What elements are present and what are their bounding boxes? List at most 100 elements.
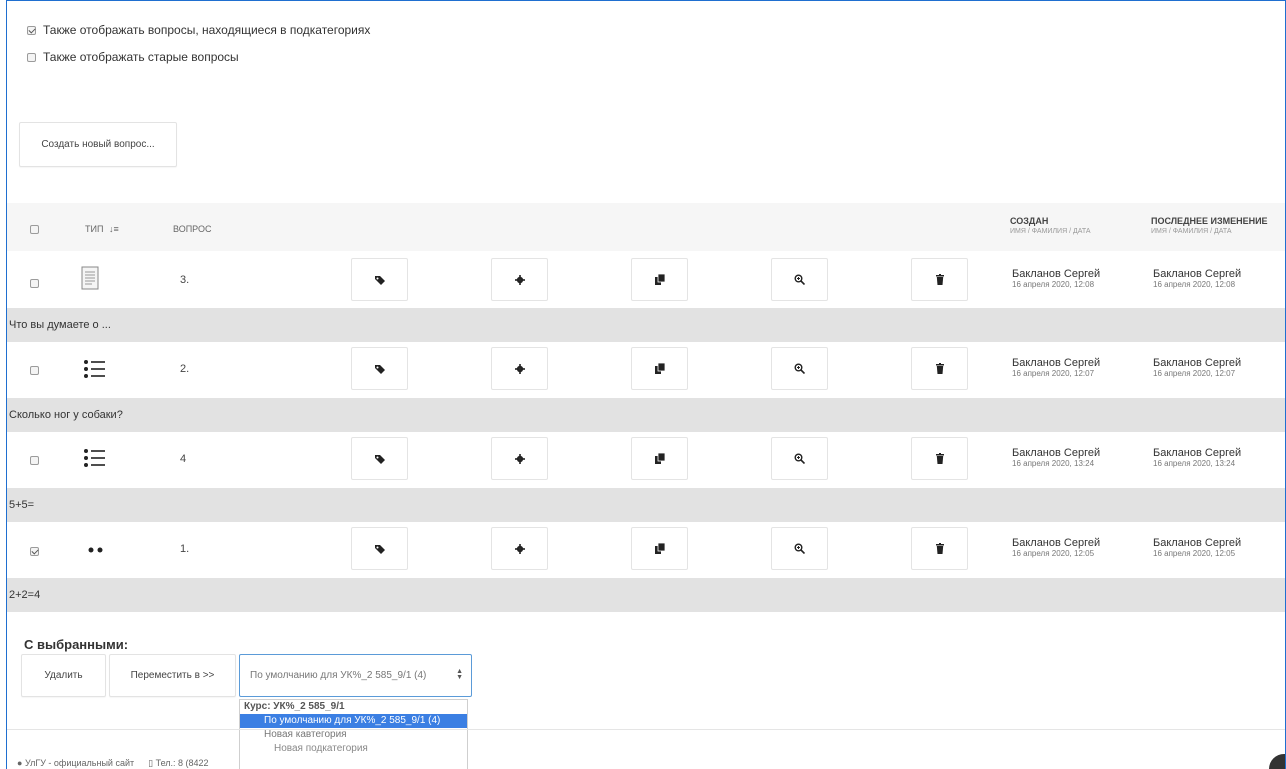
select-all-checkbox[interactable] bbox=[30, 225, 39, 234]
dropdown-group-label: Курс: УК%_2 585_9/1 bbox=[244, 701, 345, 712]
globe-icon: ● bbox=[17, 758, 23, 768]
bulk-move-button[interactable]: Переместить в >> bbox=[109, 654, 236, 697]
truefalse-icon bbox=[88, 547, 103, 553]
modified-by: Бакланов Сергей 16 апреля 2020, 12:08 bbox=[1153, 268, 1242, 290]
edit-button[interactable] bbox=[491, 258, 548, 301]
option-show-subcategories[interactable]: Также отображать вопросы, находящиеся в … bbox=[27, 23, 370, 37]
tag-button[interactable] bbox=[351, 347, 408, 390]
table-row: 3. Бакланов Сергей 16 апреля 2020, 12:08… bbox=[7, 252, 1285, 308]
category-select-value: По умолчанию для УК%_2 585_9/1 (4) bbox=[250, 670, 427, 681]
trash-icon bbox=[935, 363, 944, 374]
header-modified[interactable]: ПОСЛЕДНЕЕ ИЗМЕНЕНИЕ ИМЯ / ФАМИЛИЯ / ДАТА bbox=[1151, 216, 1268, 235]
preview-button[interactable] bbox=[771, 347, 828, 390]
preview-button[interactable] bbox=[771, 437, 828, 480]
header-type[interactable]: ТИП ↓≡ bbox=[85, 224, 119, 234]
question-name[interactable]: 4 bbox=[180, 453, 186, 465]
delete-button[interactable] bbox=[911, 258, 968, 301]
table-row: 2. Бакланов Сергей 16 апреля 2020, 12:07… bbox=[7, 342, 1285, 398]
copy-icon bbox=[654, 543, 665, 554]
trash-icon bbox=[935, 453, 944, 464]
tag-icon bbox=[374, 544, 385, 554]
zoom-in-icon bbox=[794, 453, 805, 464]
delete-button[interactable] bbox=[911, 347, 968, 390]
footer-phone: ▯ Тел.: 8 (8422 bbox=[148, 758, 209, 768]
edit-button[interactable] bbox=[491, 347, 548, 390]
created-by: Бакланов Сергей 16 апреля 2020, 12:05 bbox=[1012, 537, 1101, 559]
edit-button[interactable] bbox=[491, 437, 548, 480]
tag-button[interactable] bbox=[351, 437, 408, 480]
tag-button[interactable] bbox=[351, 258, 408, 301]
delete-button[interactable] bbox=[911, 437, 968, 480]
preview-button[interactable] bbox=[771, 258, 828, 301]
copy-icon bbox=[654, 363, 665, 374]
question-name[interactable]: 2. bbox=[180, 363, 189, 375]
select-arrows-icon: ▲ ▼ bbox=[456, 668, 463, 681]
duplicate-button[interactable] bbox=[631, 437, 688, 480]
trash-icon bbox=[935, 543, 944, 554]
gear-icon bbox=[514, 453, 525, 464]
create-question-button[interactable]: Создать новый вопрос... bbox=[19, 122, 177, 167]
zoom-in-icon bbox=[794, 543, 805, 554]
header-question[interactable]: ВОПРОС bbox=[173, 224, 211, 234]
table-header: ТИП ↓≡ ВОПРОС СОЗДАН ИМЯ / ФАМИЛИЯ / ДАТ… bbox=[7, 203, 1285, 251]
question-name[interactable]: 3. bbox=[180, 274, 189, 286]
subcategories-label: Также отображать вопросы, находящиеся в … bbox=[43, 23, 371, 37]
tag-icon bbox=[374, 454, 385, 464]
modified-by: Бакланов Сергей 16 апреля 2020, 12:07 bbox=[1153, 357, 1242, 379]
modified-by: Бакланов Сергей 16 апреля 2020, 13:24 bbox=[1153, 447, 1242, 469]
tag-button[interactable] bbox=[351, 527, 408, 570]
question-bank-panel: Также отображать вопросы, находящиеся в … bbox=[6, 0, 1286, 769]
zoom-in-icon bbox=[794, 274, 805, 285]
scroll-top-button[interactable] bbox=[1269, 754, 1285, 769]
gear-icon bbox=[514, 543, 525, 554]
tag-icon bbox=[374, 275, 385, 285]
copy-icon bbox=[654, 274, 665, 285]
duplicate-button[interactable] bbox=[631, 347, 688, 390]
footer: ● УлГУ - официальный сайт ▯ Тел.: 8 (842… bbox=[17, 758, 209, 769]
footer-site-link[interactable]: ● УлГУ - официальный сайт bbox=[17, 758, 134, 769]
question-text: Сколько ног у собаки? bbox=[7, 398, 1285, 432]
question-text: 5+5= bbox=[7, 488, 1285, 522]
gear-icon bbox=[514, 274, 525, 285]
preview-button[interactable] bbox=[771, 527, 828, 570]
question-text: Что вы думаете о ... bbox=[7, 308, 1285, 342]
zoom-in-icon bbox=[794, 363, 805, 374]
duplicate-button[interactable] bbox=[631, 258, 688, 301]
row-checkbox[interactable] bbox=[30, 366, 39, 375]
question-text: 2+2=4 bbox=[7, 578, 1285, 612]
bulk-delete-button[interactable]: Удалить bbox=[21, 654, 106, 697]
subcategories-checkbox[interactable] bbox=[27, 25, 36, 35]
option-show-old[interactable]: Также отображать старые вопросы bbox=[27, 50, 239, 64]
row-checkbox[interactable] bbox=[30, 279, 39, 288]
phone-icon: ▯ bbox=[148, 758, 154, 768]
sort-icon: ↓≡ bbox=[108, 224, 119, 234]
row-checkbox[interactable] bbox=[30, 456, 39, 465]
old-questions-checkbox[interactable] bbox=[27, 52, 36, 62]
table-row: 1. Бакланов Сергей 16 апреля 2020, 12:05… bbox=[7, 522, 1285, 578]
created-by: Бакланов Сергей 16 апреля 2020, 12:08 bbox=[1012, 268, 1101, 290]
dropdown-option-new-category[interactable]: Новая кавтегория bbox=[240, 728, 467, 742]
category-select[interactable]: По умолчанию для УК%_2 585_9/1 (4) ▲ ▼ bbox=[239, 654, 472, 697]
edit-button[interactable] bbox=[491, 527, 548, 570]
delete-button[interactable] bbox=[911, 527, 968, 570]
bulk-actions-title: С выбранными: bbox=[24, 637, 129, 652]
duplicate-button[interactable] bbox=[631, 527, 688, 570]
essay-icon bbox=[81, 266, 99, 290]
gear-icon bbox=[514, 363, 525, 374]
created-by: Бакланов Сергей 16 апреля 2020, 13:24 bbox=[1012, 447, 1101, 469]
dropdown-option-new-subcategory[interactable]: Новая подкатегория bbox=[240, 742, 467, 756]
table-row: 4 Бакланов Сергей 16 апреля 2020, 13:24 … bbox=[7, 432, 1285, 488]
multichoice-icon bbox=[84, 360, 105, 378]
category-dropdown: Курс: УК%_2 585_9/1 По умолчанию для УК%… bbox=[239, 699, 468, 769]
trash-icon bbox=[935, 274, 944, 285]
copy-icon bbox=[654, 453, 665, 464]
multichoice-icon bbox=[84, 449, 105, 467]
question-name[interactable]: 1. bbox=[180, 543, 189, 555]
row-checkbox[interactable] bbox=[30, 547, 39, 556]
old-questions-label: Также отображать старые вопросы bbox=[43, 50, 239, 64]
header-created[interactable]: СОЗДАН ИМЯ / ФАМИЛИЯ / ДАТА bbox=[1010, 216, 1091, 235]
footer-divider bbox=[7, 729, 1285, 730]
dropdown-option-default[interactable]: По умолчанию для УК%_2 585_9/1 (4) bbox=[240, 714, 467, 728]
tag-icon bbox=[374, 364, 385, 374]
created-by: Бакланов Сергей 16 апреля 2020, 12:07 bbox=[1012, 357, 1101, 379]
